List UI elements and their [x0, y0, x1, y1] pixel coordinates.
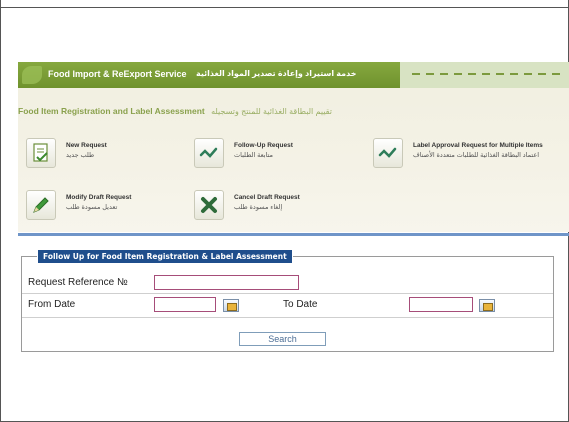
service-title-en: Food Import & ReExport Service: [48, 69, 187, 79]
to-date-label: To Date: [283, 299, 318, 310]
from-date-calendar-icon[interactable]: [223, 299, 239, 312]
top-border-line: [0, 7, 569, 8]
follow-up-label: Follow-Up Request: [234, 142, 293, 149]
modify-draft-label: Modify Draft Request: [66, 194, 132, 201]
pen-check-icon: [373, 138, 403, 168]
cancel-draft-label-ar: إلغاء مسودة طلب: [234, 204, 283, 211]
new-request-label-ar: طلب جديد: [66, 152, 95, 159]
pen-check-icon: [194, 138, 224, 168]
service-title-bar: Food Import & ReExport Service خدمة استي…: [18, 62, 569, 88]
tile-modify-draft[interactable]: Modify Draft Request تعديل مسودة طلب: [26, 190, 131, 220]
subtitle-ar: تقييم البطاقة الغذائية للمنتج وتسجيله: [211, 107, 332, 116]
leaf-logo-icon: [22, 66, 42, 84]
tile-follow-up-request[interactable]: Follow-Up Request متابعة الطلبات: [194, 138, 293, 168]
label-approval-label: Label Approval Request for Multiple Item…: [413, 142, 543, 149]
to-date-calendar-icon[interactable]: [479, 299, 495, 312]
tile-cancel-draft[interactable]: Cancel Draft Request إلغاء مسودة طلب: [194, 190, 300, 220]
pencil-icon: [26, 190, 56, 220]
tile-new-request[interactable]: New Request طلب جديد: [26, 138, 107, 168]
service-header: Food Import & ReExport Service خدمة استي…: [18, 62, 569, 232]
service-title-ar: خدمة استيراد وإعادة تصدير المواد الغذائي…: [196, 69, 357, 78]
page-subtitle: Food Item Registration and Label Assessm…: [18, 106, 332, 116]
new-document-icon: [26, 138, 56, 168]
from-date-label: From Date: [28, 299, 76, 310]
subtitle-en: Food Item Registration and Label Assessm…: [18, 106, 205, 116]
modify-draft-label-ar: تعديل مسودة طلب: [66, 204, 118, 211]
request-reference-input[interactable]: [154, 275, 299, 290]
row-divider: [22, 317, 553, 318]
row-divider: [22, 293, 553, 294]
new-request-label: New Request: [66, 142, 107, 149]
search-button[interactable]: Search: [239, 332, 326, 346]
label-approval-label-ar: اعتماد البطاقة الغذائية للطلبات متعددة ا…: [413, 152, 540, 159]
cancel-draft-label: Cancel Draft Request: [234, 194, 300, 201]
tile-label-approval[interactable]: Label Approval Request for Multiple Item…: [373, 138, 543, 168]
form-legend: Follow Up for Food Item Registration & L…: [37, 249, 293, 264]
decorative-dashes: [400, 62, 569, 88]
request-reference-label: Request Reference №: [28, 277, 128, 288]
follow-up-form: Follow Up for Food Item Registration & L…: [21, 249, 554, 352]
cancel-x-icon: [194, 190, 224, 220]
follow-up-label-ar: متابعة الطلبات: [234, 152, 273, 159]
to-date-input[interactable]: [409, 297, 473, 312]
from-date-input[interactable]: [154, 297, 216, 312]
section-separator: [18, 233, 569, 236]
